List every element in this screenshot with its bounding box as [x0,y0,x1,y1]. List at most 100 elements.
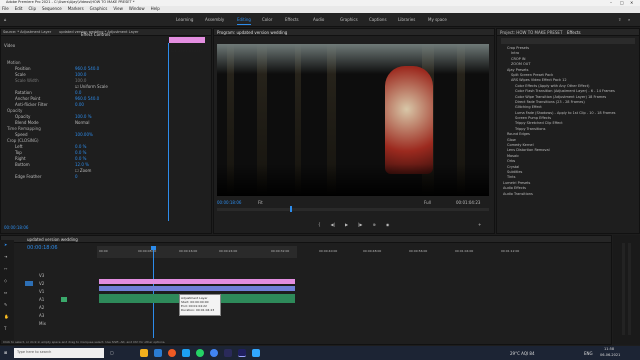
timeline-timecode[interactable]: 00:00:18:06 [27,246,58,251]
add-button-icon[interactable]: + [478,222,481,227]
timeline-playhead[interactable] [153,246,154,338]
clip-bar-label: Adjustment Layer [171,49,202,53]
edge-icon[interactable] [154,349,162,357]
tab-timeline[interactable]: updated version wedding [27,237,78,242]
clock-time[interactable]: 11:58 [604,347,614,352]
slip-icon[interactable]: ⇔ [4,290,7,295]
home-icon[interactable]: ⌂ [4,17,7,22]
tab-graphics[interactable]: Graphics [340,17,358,22]
tab-learning[interactable]: Learning [176,17,193,22]
transport-controls: { ◀| ▶ |▶ ⊕ ◉ [318,222,389,227]
hand-icon[interactable]: ✋ [4,314,9,319]
insert-icon[interactable]: ⊕ [373,222,376,227]
minimize-icon[interactable]: – [610,0,612,5]
play-icon[interactable]: ▶ [345,222,348,227]
timeline-panel: updated version wedding 00:00:18:06 00:0… [0,235,612,345]
tab-editing[interactable]: Editing [237,17,251,22]
menu-edit[interactable]: Edit [15,6,23,13]
tab-source[interactable]: Source: * Adjustment Layer [3,30,51,35]
ruler-tick: 00:00:40:00 [319,249,338,253]
taskbar: ⊞ Type here to search ▢ 29°C AQI 84 ENG … [0,346,640,360]
track-a2[interactable]: A2 [39,305,44,310]
tab-program[interactable]: Program: updated version wedding [217,30,287,35]
track-v1[interactable]: V1 [39,289,44,294]
adjustment-layer-clip[interactable]: Adjustment Layer [99,279,295,295]
meter-right [628,243,631,335]
tab-my-space[interactable]: My space [428,17,447,22]
premiere-icon[interactable] [238,349,246,357]
clock-date[interactable]: 06-06-2021 [600,353,620,358]
menu-sequence[interactable]: Sequence [42,6,62,13]
tab-audio[interactable]: Audio [313,17,324,22]
menu-view[interactable]: View [113,6,123,13]
photoshop-icon[interactable] [252,349,260,357]
track-v3[interactable]: V3 [39,273,44,278]
tab-captions[interactable]: Captions [369,17,387,22]
tab-effects-panel[interactable]: Effects [567,30,581,35]
effect-rows: Motion Position 960.0 540.0 Scale 100.0 Sc… [1,49,161,179]
tab-effect-controls[interactable]: Effect Controls [81,32,110,37]
razor-icon[interactable]: ◇ [4,278,7,283]
video-clip[interactable]: updated version wedding.mp4 [V] [99,286,295,302]
track-a1[interactable]: A1 [39,297,44,302]
search-placeholder: Type here to search [17,350,52,354]
fit-dropdown[interactable]: Fit [258,200,263,205]
tab-libraries[interactable]: Libraries [398,17,415,22]
tab-assembly[interactable]: Assembly [205,17,224,22]
program-timecode[interactable]: 00:00:18:06 [217,200,241,205]
track-mix[interactable]: Mix [39,321,46,326]
text-tool-icon[interactable]: T [4,326,6,331]
mark-in-icon[interactable]: { [318,222,321,227]
maximize-icon[interactable]: □ [620,0,624,5]
menu-markers[interactable]: Markers [68,6,84,13]
windows-start-icon[interactable]: ⊞ [4,350,7,355]
menu-help[interactable]: Help [151,6,160,13]
menu-file[interactable]: File [2,6,9,13]
program-scrubber[interactable] [217,208,489,211]
mail-icon[interactable] [182,349,190,357]
tab-effects[interactable]: Effects [285,17,299,22]
source-patch-v1[interactable] [25,281,33,286]
program-duration: 00:01:04:23 [456,200,481,205]
track-select-icon[interactable]: ⇥ [4,254,7,259]
task-view-icon[interactable]: ▢ [110,350,114,355]
program-playhead[interactable] [290,206,292,212]
ruler-tick: 00:01:04:00 [455,249,474,253]
active-workspace-underline [237,24,251,25]
tab-color[interactable]: Color [262,17,272,22]
step-forward-icon[interactable]: |▶ [358,222,362,227]
share-icon[interactable]: ⇪ [618,17,621,22]
step-back-icon[interactable]: ◀| [331,222,335,227]
weather-text[interactable]: 29°C AQI 84 [510,351,535,356]
timeline-header: updated version wedding [1,236,611,243]
lang-indicator[interactable]: ENG [584,351,593,356]
selection-tool-icon[interactable]: ➤ [4,242,7,247]
file-explorer-icon[interactable] [140,349,148,357]
track-a3[interactable]: A3 [39,313,44,318]
track-v2[interactable]: V2 [39,281,44,286]
meter-left [622,243,625,335]
program-header: Program: updated version wedding [214,29,494,36]
export-frame-icon[interactable]: ◉ [386,222,390,227]
chrome-icon[interactable] [210,349,218,357]
menu-graphics[interactable]: Graphics [90,6,108,13]
effects-list-item[interactable]: Audio Transitions [503,192,639,197]
ripple-edit-icon[interactable]: ⇿ [4,266,7,271]
firefox-icon[interactable] [168,349,176,357]
menu-window[interactable]: Window [129,6,145,13]
effects-search-input[interactable] [501,38,635,44]
search-icon[interactable]: ⌕ [628,17,630,22]
window-title: Adobe Premiere Pro 2021 - C:\Users\Ajay\… [6,0,135,4]
couple-figure [385,66,433,174]
quality-dropdown[interactable]: Full [424,200,431,205]
pen-icon[interactable]: ✎ [4,302,7,307]
close-icon[interactable]: ✕ [630,0,633,5]
after-effects-icon[interactable] [224,349,232,357]
taskbar-search-input[interactable]: Type here to search [14,348,104,358]
video-frame [217,44,489,196]
playhead-handle[interactable] [151,246,156,250]
whatsapp-icon[interactable] [196,349,204,357]
menu-clip[interactable]: Clip [28,6,36,13]
tab-project[interactable]: Project: HOW TO MAKE PRESET [500,30,562,35]
solo-a1-button[interactable] [61,297,67,302]
